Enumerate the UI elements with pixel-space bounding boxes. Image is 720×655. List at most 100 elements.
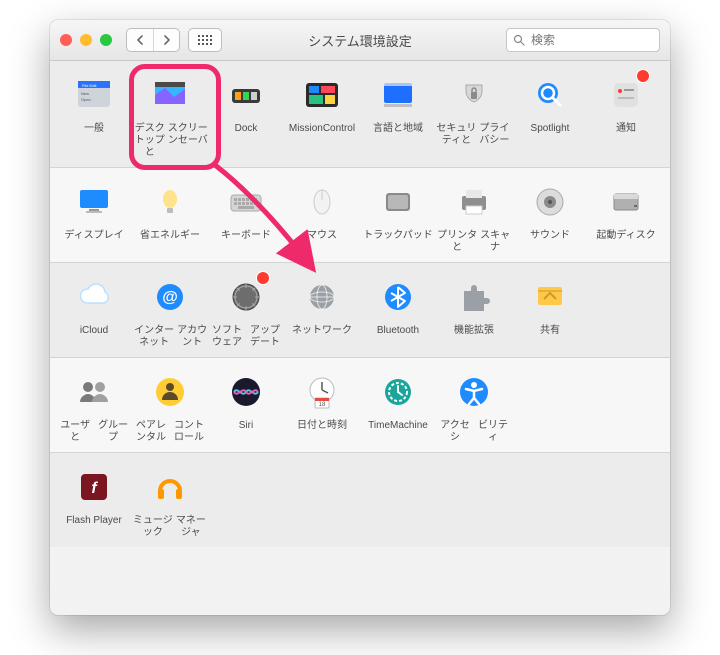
- pref-label: インターネットアカウント: [132, 325, 208, 349]
- pref-label: iCloud: [56, 325, 132, 349]
- pref-general[interactable]: File Edit NewOpen 一般: [56, 71, 132, 159]
- pref-label: プリンタとスキャナ: [436, 230, 512, 254]
- music-icon: [132, 463, 208, 511]
- show-all-button[interactable]: [188, 28, 222, 52]
- pref-users[interactable]: ユーザとグループ: [56, 368, 132, 444]
- pref-datetime[interactable]: 18 日付と時刻: [284, 368, 360, 444]
- pref-parental[interactable]: ペアレンタルコントロール: [132, 368, 208, 444]
- pref-label: Spotlight: [512, 123, 588, 147]
- back-button[interactable]: [127, 29, 153, 51]
- software-icon: [208, 273, 284, 321]
- close-button[interactable]: [60, 34, 72, 46]
- pref-label: Flash Player: [56, 515, 132, 539]
- pref-label: 言語と地域: [360, 123, 436, 147]
- general-icon: File Edit NewOpen: [56, 71, 132, 119]
- pref-software[interactable]: ソフトウェアアップデート: [208, 273, 284, 349]
- pref-spotlight[interactable]: Spotlight: [512, 71, 588, 159]
- badge-icon: [636, 69, 650, 83]
- pref-internet[interactable]: @ インターネットアカウント: [132, 273, 208, 349]
- pref-label: アクセシビリティ: [436, 420, 512, 444]
- zoom-button[interactable]: [100, 34, 112, 46]
- system-preferences-window: システム環境設定 File Edit NewOpen 一般デスクトップとスクリーンセ…: [50, 20, 670, 615]
- pref-icloud[interactable]: iCloud: [56, 273, 132, 349]
- pref-lang[interactable]: 言語と地域: [360, 71, 436, 159]
- pref-label: 起動ディスク: [588, 230, 664, 254]
- desktop-icon: [132, 71, 208, 119]
- grid-icon: [198, 35, 212, 45]
- pref-label: トラックパッド: [360, 230, 436, 254]
- pref-label: ディスプレイ: [56, 230, 132, 254]
- pref-label: MissionControl: [284, 123, 360, 147]
- pref-accessibility[interactable]: アクセシビリティ: [436, 368, 512, 444]
- badge-icon: [256, 271, 270, 285]
- pref-siri[interactable]: Siri: [208, 368, 284, 444]
- pref-displays[interactable]: ディスプレイ: [56, 178, 132, 254]
- traffic-lights: [60, 34, 112, 46]
- pref-label: 機能拡張: [436, 325, 512, 349]
- pref-dock[interactable]: Dock: [208, 71, 284, 159]
- pref-mouse[interactable]: マウス: [284, 178, 360, 254]
- pref-sharing[interactable]: 共有: [512, 273, 588, 349]
- svg-text:@: @: [162, 289, 178, 306]
- pref-desktop[interactable]: デスクトップとスクリーンセーバ: [132, 71, 208, 159]
- pref-energy[interactable]: 省エネルギー: [132, 178, 208, 254]
- keyboard-icon: [208, 178, 284, 226]
- chevron-left-icon: [136, 35, 144, 45]
- search-input[interactable]: [529, 32, 653, 48]
- pref-sound[interactable]: サウンド: [512, 178, 588, 254]
- network-icon: [284, 273, 360, 321]
- trackpad-icon: [360, 178, 436, 226]
- datetime-icon: 18: [284, 368, 360, 416]
- mouse-icon: [284, 178, 360, 226]
- pref-label: キーボード: [208, 230, 284, 254]
- pref-mission[interactable]: MissionControl: [284, 71, 360, 159]
- svg-text:Open: Open: [81, 97, 91, 102]
- pref-bluetooth[interactable]: Bluetooth: [360, 273, 436, 349]
- pref-label: 省エネルギー: [132, 230, 208, 254]
- pref-label: TimeMachine: [360, 420, 436, 444]
- preference-panes: File Edit NewOpen 一般デスクトップとスクリーンセーバDockMis…: [50, 61, 670, 547]
- notifications-icon: [588, 71, 664, 119]
- svg-text:18: 18: [319, 402, 326, 408]
- pref-label: ペアレンタルコントロール: [132, 420, 208, 444]
- pref-security[interactable]: セキュリティとプライバシー: [436, 71, 512, 159]
- pref-notifications[interactable]: 通知: [588, 71, 664, 159]
- timemachine-icon: [360, 368, 436, 416]
- extensions-icon: [436, 273, 512, 321]
- pref-printers[interactable]: プリンタとスキャナ: [436, 178, 512, 254]
- pref-label: Siri: [208, 420, 284, 444]
- pref-keyboard[interactable]: キーボード: [208, 178, 284, 254]
- internet-icon: @: [132, 273, 208, 321]
- pref-label: 日付と時刻: [284, 420, 360, 444]
- pref-timemachine[interactable]: TimeMachine: [360, 368, 436, 444]
- svg-text:File Edit: File Edit: [82, 83, 97, 88]
- flash-icon: f: [56, 463, 132, 511]
- pref-trackpad[interactable]: トラックパッド: [360, 178, 436, 254]
- sound-icon: [512, 178, 588, 226]
- search-field[interactable]: [506, 28, 660, 52]
- pref-extensions[interactable]: 機能拡張: [436, 273, 512, 349]
- energy-icon: [132, 178, 208, 226]
- bluetooth-icon: [360, 273, 436, 321]
- pref-label: ソフトウェアアップデート: [208, 325, 284, 349]
- forward-button[interactable]: [153, 29, 179, 51]
- pref-flash[interactable]: f Flash Player: [56, 463, 132, 539]
- svg-text:New: New: [81, 91, 89, 96]
- pref-label: 共有: [512, 325, 588, 349]
- pref-label: 一般: [56, 123, 132, 147]
- spotlight-icon: [512, 71, 588, 119]
- pref-network[interactable]: ネットワーク: [284, 273, 360, 349]
- lang-icon: [360, 71, 436, 119]
- titlebar: システム環境設定: [50, 20, 670, 61]
- pref-label: ミュージックマネージャ: [132, 515, 208, 539]
- minimize-button[interactable]: [80, 34, 92, 46]
- startup-icon: [588, 178, 664, 226]
- siri-icon: [208, 368, 284, 416]
- dock-icon: [208, 71, 284, 119]
- pref-music[interactable]: ミュージックマネージャ: [132, 463, 208, 539]
- pref-startup[interactable]: 起動ディスク: [588, 178, 664, 254]
- security-icon: [436, 71, 512, 119]
- nav-buttons: [126, 28, 180, 52]
- pref-label: マウス: [284, 230, 360, 254]
- pref-label: セキュリティとプライバシー: [436, 123, 512, 147]
